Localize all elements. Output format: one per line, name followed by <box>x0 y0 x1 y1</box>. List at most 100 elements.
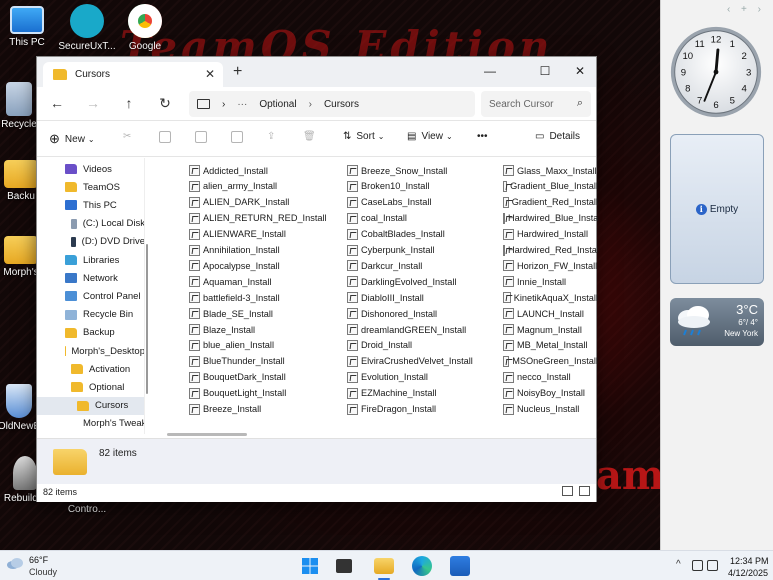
sidebar-item[interactable]: Morph's Tweaks <box>37 415 144 433</box>
more-options-button[interactable]: ••• <box>477 131 488 142</box>
sidebar-item[interactable]: Videos <box>37 160 144 178</box>
file-item[interactable]: coal_Install <box>347 211 407 226</box>
new-button[interactable]: ⊕ New ⌄ <box>49 131 95 147</box>
sidebar-item[interactable]: (D:) DVD Drive <box>37 233 144 251</box>
maximize-button[interactable]: ☐ <box>530 61 560 81</box>
file-item[interactable]: Blaze_Install <box>189 322 255 337</box>
file-item[interactable]: MSOneGreen_Install <box>503 354 598 369</box>
taskbar-weather-temp[interactable]: 66°F <box>29 555 48 565</box>
sidebar-item[interactable]: Optional <box>37 378 144 396</box>
copy-icon[interactable] <box>159 131 171 143</box>
network-icon[interactable] <box>692 560 703 571</box>
sidebar-item[interactable]: Network <box>37 269 144 287</box>
file-item[interactable]: CobaltBlades_Install <box>347 227 445 242</box>
file-item[interactable]: Hardwired_Red_Install <box>503 243 598 258</box>
file-item[interactable]: Addicted_Install <box>189 163 268 178</box>
share-icon[interactable]: ⇪ <box>267 131 275 142</box>
sidebar-item[interactable]: Backup <box>37 324 144 342</box>
paste-icon[interactable] <box>195 131 207 143</box>
sidebar-item[interactable]: Morph's_Desktop <box>37 342 144 360</box>
title-bar[interactable]: Cursors ✕ + — ☐ ✕ <box>37 57 596 87</box>
file-item[interactable]: ALIEN_RETURN_RED_Install <box>189 211 327 226</box>
file-item[interactable]: CaseLabs_Install <box>347 195 431 210</box>
file-item[interactable]: Nucleus_Install <box>503 402 579 417</box>
file-item[interactable]: blue_alien_Install <box>189 338 274 353</box>
file-item[interactable]: Aquaman_Install <box>189 274 271 289</box>
forward-arrow-icon[interactable]: → <box>83 95 103 113</box>
file-item[interactable]: Gradient_Blue_Install <box>503 179 598 194</box>
refresh-icon[interactable]: ↻ <box>155 95 175 113</box>
breadcrumb-optional[interactable]: Optional <box>259 99 296 110</box>
file-item[interactable]: Dishonored_Install <box>347 306 437 321</box>
minimize-button[interactable]: — <box>475 61 505 81</box>
file-item[interactable]: battlefield-3_Install <box>189 290 280 305</box>
taskbar-time[interactable]: 12:34 PM <box>730 556 769 566</box>
sidebar-item[interactable]: TeamOS <box>37 178 144 196</box>
view-button[interactable]: ▤ View ⌄ <box>407 131 453 142</box>
new-tab-button[interactable]: + <box>233 63 242 81</box>
file-item[interactable]: alien_army_Install <box>189 179 277 194</box>
file-item[interactable]: Magnum_Install <box>503 322 582 337</box>
sort-button[interactable]: ⇅ Sort ⌄ <box>343 131 384 142</box>
file-item[interactable]: EZMachine_Install <box>347 386 437 401</box>
file-item[interactable]: Breeze_Snow_Install <box>347 163 447 178</box>
sidebar-item[interactable]: Control Panel <box>37 287 144 305</box>
file-item[interactable]: Gradient_Red_Install <box>503 195 598 210</box>
taskbar-weather-condition[interactable]: Cloudy <box>29 567 57 577</box>
file-item[interactable]: Hardwired_Blue_Install <box>503 211 598 226</box>
cloud-icon[interactable] <box>6 558 24 570</box>
file-item[interactable]: dreamlandGREEN_Install <box>347 322 466 337</box>
file-item[interactable]: BlueThunder_Install <box>189 354 285 369</box>
volume-icon[interactable] <box>707 560 718 571</box>
file-item[interactable]: BouquetDark_Install <box>189 370 286 385</box>
tiles-view-icon[interactable] <box>579 486 590 496</box>
file-item[interactable]: Darkcur_Install <box>347 258 422 273</box>
file-item[interactable]: MB_Metal_Install <box>503 338 587 353</box>
file-item[interactable]: Blade_SE_Install <box>189 306 273 321</box>
cut-icon[interactable]: ✂ <box>123 131 131 142</box>
search-input[interactable]: Search Cursor ⌕ <box>481 91 591 117</box>
file-item[interactable]: Droid_Install <box>347 338 412 353</box>
file-item[interactable]: Evolution_Install <box>347 370 428 385</box>
chevron-up-icon[interactable]: ^ <box>676 559 681 570</box>
taskbar-date[interactable]: 4/12/2025 <box>728 568 768 578</box>
file-item[interactable]: KinetikAquaX_Install <box>503 290 598 305</box>
file-item[interactable]: BouquetLight_Install <box>189 386 286 401</box>
file-item[interactable]: Apocalypse_Install <box>189 258 280 273</box>
details-view-icon[interactable] <box>562 486 573 496</box>
file-item[interactable]: ElviraCrushedVelvet_Install <box>347 354 473 369</box>
rename-icon[interactable] <box>231 131 243 143</box>
nav-scrollbar[interactable] <box>145 158 149 434</box>
file-item[interactable]: LAUNCH_Install <box>503 306 584 321</box>
file-item[interactable]: Innie_Install <box>503 274 566 289</box>
file-item[interactable]: FireDragon_Install <box>347 402 436 417</box>
file-item[interactable]: ALIENWARE_Install <box>189 227 286 242</box>
store-icon[interactable] <box>450 556 470 576</box>
file-item[interactable]: DarklingEvolved_Install <box>347 274 457 289</box>
file-item[interactable]: Broken10_Install <box>347 179 429 194</box>
gadget-nav-arrows[interactable]: ‹ + › <box>727 4 765 15</box>
sidebar-item[interactable]: Activation <box>37 360 144 378</box>
sidebar-item[interactable]: Cursors <box>37 396 144 415</box>
close-button[interactable]: ✕ <box>565 61 595 81</box>
delete-icon[interactable]: 🗑︎ <box>303 131 316 142</box>
file-item[interactable]: DiabloIII_Install <box>347 290 424 305</box>
sidebar-item[interactable]: Recycle Bin <box>37 306 144 324</box>
file-item[interactable]: Annihilation_Install <box>189 243 280 258</box>
file-item[interactable]: Glass_Maxx_Install <box>503 163 597 178</box>
tab-close-button[interactable]: ✕ <box>205 67 215 81</box>
file-item[interactable]: Hardwired_Install <box>503 227 588 242</box>
address-bar[interactable]: › ··· Optional › Cursors <box>189 91 475 117</box>
file-item[interactable]: Breeze_Install <box>189 402 261 417</box>
details-button[interactable]: ▭ Details <box>535 131 580 142</box>
file-item[interactable]: necco_Install <box>503 370 571 385</box>
sidebar-item[interactable]: (C:) Local Disk <box>37 215 144 233</box>
up-arrow-icon[interactable]: ↑ <box>119 95 139 113</box>
back-arrow-icon[interactable]: ← <box>47 95 67 113</box>
breadcrumb-cursors[interactable]: Cursors <box>324 99 359 110</box>
task-view-icon[interactable] <box>336 559 352 573</box>
desktop-icon-google[interactable]: Google <box>108 4 182 52</box>
edge-icon[interactable] <box>412 556 432 576</box>
sidebar-item[interactable]: Libraries <box>37 251 144 269</box>
file-item[interactable]: Cyberpunk_Install <box>347 243 435 258</box>
